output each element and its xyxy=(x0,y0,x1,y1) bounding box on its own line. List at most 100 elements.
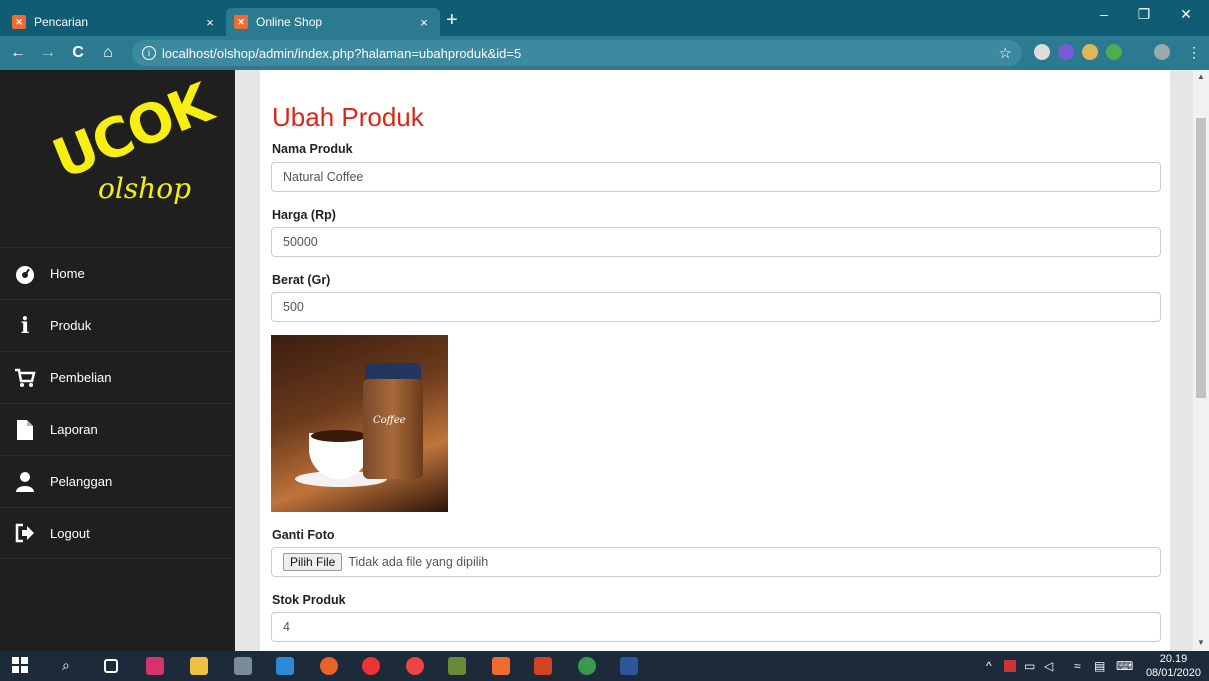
tray-expand-icon[interactable]: ^ xyxy=(986,659,992,673)
browser-toolbar: ← → C ⌂ i localhost/olshop/admin/index.p… xyxy=(0,36,1209,70)
volume-icon[interactable]: ◁ xyxy=(1044,659,1053,673)
field-value: 500 xyxy=(283,300,304,314)
product-image: Coffee xyxy=(271,335,448,512)
word-icon[interactable] xyxy=(620,657,638,675)
sidebar-item-label: Pembelian xyxy=(50,370,112,385)
task-view-icon[interactable] xyxy=(104,659,118,673)
jar-label: Coffee xyxy=(373,415,406,426)
scroll-thumb[interactable] xyxy=(1196,118,1206,398)
shopping-cart-icon xyxy=(14,368,36,388)
coffee-shape xyxy=(311,430,367,442)
clock[interactable]: 20.19 08/01/2020 xyxy=(1146,652,1201,680)
info-icon[interactable]: i xyxy=(142,46,156,60)
back-button[interactable]: ← xyxy=(6,44,30,62)
url-text: localhost/olshop/admin/index.php?halaman… xyxy=(162,45,522,61)
sidebar-item-produk[interactable]: i Produk xyxy=(0,299,235,351)
stok-input[interactable]: 4 xyxy=(271,612,1161,642)
nama-produk-label: Nama Produk xyxy=(272,142,353,156)
taskbar: ⌕ ^ ▭ ◁ ≈ ▤ ⌨ 20.19 08/01/2020 xyxy=(0,651,1209,681)
dashboard-icon xyxy=(14,264,36,284)
file-status: Tidak ada file yang dipilih xyxy=(348,555,489,569)
tab-online-shop[interactable]: ✕ Online Shop × xyxy=(226,8,440,36)
xampp-icon[interactable] xyxy=(492,657,510,675)
time: 20.19 xyxy=(1159,653,1188,665)
tab-pencarian[interactable]: ✕ Pencarian × xyxy=(4,8,226,36)
app-icon[interactable] xyxy=(146,657,164,675)
forward-button[interactable]: → xyxy=(36,44,60,62)
info-icon: i xyxy=(20,312,30,339)
notification-icon[interactable]: ▤ xyxy=(1094,659,1105,673)
wifi-icon[interactable]: ≈ xyxy=(1074,659,1081,673)
page-title: Ubah Produk xyxy=(272,102,424,132)
file-input[interactable]: Pilih File Tidak ada file yang dipilih xyxy=(271,547,1161,577)
sidebar-item-label: Produk xyxy=(50,318,92,333)
close-tab-icon[interactable]: × xyxy=(416,15,432,30)
berat-input[interactable]: 500 xyxy=(271,292,1161,322)
reload-button[interactable]: C xyxy=(66,44,90,62)
scroll-up-arrow-icon[interactable]: ▲ xyxy=(1193,72,1209,81)
extension-icon[interactable] xyxy=(1106,44,1122,60)
tab-strip: ✕ Pencarian × ✕ Online Shop × + – ❐ ✕ xyxy=(0,0,1209,36)
bookmark-star-icon[interactable]: ☆ xyxy=(999,44,1012,62)
logout-icon xyxy=(14,523,36,543)
powerpoint-icon[interactable] xyxy=(534,657,552,675)
xampp-icon: ✕ xyxy=(12,15,26,29)
close-tab-icon[interactable]: × xyxy=(202,15,218,30)
tray-app-icon[interactable] xyxy=(1004,660,1016,672)
windows-start-icon[interactable] xyxy=(12,657,30,675)
logo: UCOK olshop xyxy=(0,70,235,247)
tab-title: Pencarian xyxy=(34,15,89,29)
app-icon[interactable] xyxy=(448,657,466,675)
app-icon[interactable] xyxy=(234,657,252,675)
stok-label: Stok Produk xyxy=(272,593,346,607)
extension-icon[interactable] xyxy=(1034,44,1050,60)
scrollbar[interactable]: ▲ ▼ xyxy=(1193,70,1209,651)
main-content: Ubah Produk Nama Produk Natural Coffee H… xyxy=(260,70,1170,651)
extension-icon[interactable] xyxy=(1058,44,1074,60)
sidebar-item-label: Pelanggan xyxy=(50,474,113,489)
sidebar-item-label: Logout xyxy=(50,525,90,541)
app-icon[interactable] xyxy=(276,657,294,675)
scroll-down-arrow-icon[interactable]: ▼ xyxy=(1193,638,1209,647)
file-icon xyxy=(14,419,36,440)
sidebar-item-pelanggan[interactable]: Pelanggan xyxy=(0,455,235,507)
keyboard-icon[interactable]: ⌨ xyxy=(1116,659,1133,673)
minimize-button[interactable]: – xyxy=(1084,6,1124,22)
field-value: 4 xyxy=(283,620,290,634)
maximize-button[interactable]: ❐ xyxy=(1124,6,1164,23)
chrome-icon[interactable] xyxy=(362,657,380,675)
search-icon[interactable]: ⌕ xyxy=(62,657,80,675)
field-value: 50000 xyxy=(283,235,318,249)
avatar[interactable] xyxy=(1154,44,1170,60)
file-explorer-icon[interactable] xyxy=(190,657,208,675)
sidebar-item-laporan[interactable]: Laporan xyxy=(0,403,235,455)
firefox-icon[interactable] xyxy=(320,657,338,675)
nama-produk-input[interactable]: Natural Coffee xyxy=(271,162,1161,192)
menu-dots-icon[interactable]: ⋮ xyxy=(1186,44,1202,60)
page: UCOK olshop Home i Produk Pembelian Lapo… xyxy=(0,70,1209,651)
ganti-foto-label: Ganti Foto xyxy=(272,528,335,542)
app-icon[interactable] xyxy=(578,657,596,675)
extension-icon[interactable] xyxy=(1082,44,1098,60)
sidebar-item-home[interactable]: Home xyxy=(0,247,235,299)
sidebar-item-label: Laporan xyxy=(50,422,98,437)
field-value: Natural Coffee xyxy=(283,170,364,184)
home-button[interactable]: ⌂ xyxy=(96,44,120,62)
choose-file-button[interactable]: Pilih File xyxy=(283,553,343,571)
address-bar[interactable]: i localhost/olshop/admin/index.php?halam… xyxy=(132,40,1022,66)
date: 08/01/2020 xyxy=(1145,667,1201,679)
tab-title: Online Shop xyxy=(256,15,323,29)
jar-shape xyxy=(363,379,423,479)
harga-input[interactable]: 50000 xyxy=(271,227,1161,257)
logo-sub: olshop xyxy=(98,172,191,205)
close-window-button[interactable]: ✕ xyxy=(1166,6,1206,23)
sidebar-item-logout[interactable]: Logout xyxy=(0,507,235,559)
sidebar-item-label: Home xyxy=(50,266,85,281)
user-icon xyxy=(14,471,36,492)
new-tab-button[interactable]: + xyxy=(446,10,458,30)
sidebar-menu: Home i Produk Pembelian Laporan Pelangga… xyxy=(0,247,235,559)
berat-label: Berat (Gr) xyxy=(272,273,331,287)
sidebar-item-pembelian[interactable]: Pembelian xyxy=(0,351,235,403)
app-icon[interactable] xyxy=(406,657,424,675)
battery-icon[interactable]: ▭ xyxy=(1024,659,1035,673)
